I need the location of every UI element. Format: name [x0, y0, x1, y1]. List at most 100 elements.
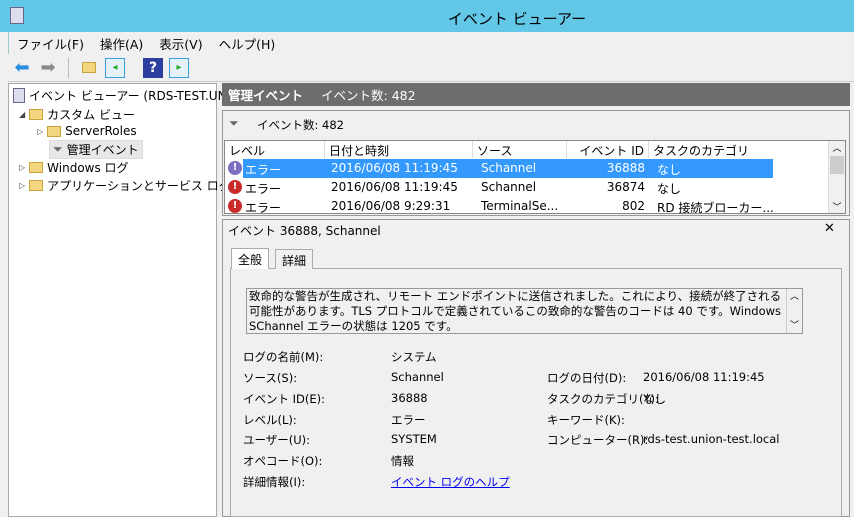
- tree-label: イベント ビューアー (RDS-TEST.UNI: [29, 89, 231, 103]
- close-icon[interactable]: ✕: [824, 221, 835, 236]
- window-title: イベント ビューアー: [447, 10, 587, 28]
- scroll-down-icon[interactable]: ﹀: [829, 200, 845, 213]
- cell-event-id: 802: [622, 199, 645, 213]
- opcode-value: 情報: [391, 454, 414, 468]
- menu-bar: ファイル(F) 操作(A) 表示(V) ヘルプ(H): [8, 32, 854, 54]
- help-icon[interactable]: ?: [143, 57, 163, 78]
- opcode-label: オペコード(O):: [243, 454, 323, 468]
- error-icon: !: [228, 199, 242, 213]
- filter-icon: ⏷: [229, 116, 239, 130]
- computer-value: rds-test.union-test.local: [643, 432, 780, 446]
- log-name-label: ログの名前(M):: [243, 350, 324, 364]
- up-folder-icon[interactable]: [79, 58, 99, 78]
- tab-general[interactable]: 全般: [231, 248, 270, 269]
- tree-label: 管理イベント: [66, 143, 139, 157]
- back-arrow-icon[interactable]: ⬅: [12, 57, 32, 78]
- cell-date: 2016/06/08 11:19:45: [331, 161, 458, 175]
- folder-icon: [29, 180, 44, 191]
- detail-title: イベント 36888, Schannel: [228, 224, 381, 238]
- column-header-event-id[interactable]: イベント ID: [567, 141, 649, 158]
- menu-file[interactable]: ファイル(F): [9, 34, 92, 53]
- cell-date: 2016/06/08 11:19:45: [331, 180, 458, 194]
- error-icon: !: [228, 180, 242, 194]
- source-value: Schannel: [391, 370, 444, 384]
- task-category-value: なし: [643, 392, 666, 406]
- tree-item-admin-events[interactable]: ⏷ 管理イベント: [49, 140, 143, 159]
- cell-source: Schannel: [481, 161, 537, 175]
- expanded-icon: ◢: [19, 110, 26, 119]
- filter-event-count: イベント数: 482: [257, 118, 344, 132]
- error-icon: !: [228, 161, 242, 175]
- log-name-value: システム: [391, 350, 437, 364]
- tree-item-custom-views[interactable]: ◢ カスタム ビュー: [19, 106, 135, 123]
- tree-label: ServerRoles: [65, 124, 137, 138]
- scroll-up-icon[interactable]: ︿: [787, 289, 802, 302]
- toolbar: ⬅ ➡ ◂ ? ▸: [8, 54, 854, 82]
- table-row[interactable]: ! エラー 2016/06/08 9:29:31 TerminalSe... 8…: [225, 197, 829, 216]
- collapsed-icon: ▷: [37, 126, 44, 136]
- user-value: SYSTEM: [391, 432, 437, 446]
- description-scrollbar[interactable]: ︿ ﹀: [786, 289, 802, 333]
- cell-event-id: 36874: [606, 180, 645, 194]
- tab-details[interactable]: 詳細: [275, 249, 314, 269]
- forward-arrow-icon[interactable]: ➡: [38, 57, 58, 78]
- level-label: レベル(L):: [243, 413, 297, 427]
- event-viewer-icon: [13, 88, 25, 103]
- cell-level: エラー: [245, 201, 282, 215]
- cell-event-id: 36888: [606, 161, 645, 175]
- folder-icon: [29, 162, 44, 173]
- show-hide-tree-icon[interactable]: ◂: [105, 57, 125, 78]
- event-list-scrollbar[interactable]: ︿ ﹀: [828, 141, 845, 213]
- cell-category: RD 接続ブローカー...: [657, 201, 774, 215]
- title-bar: イベント ビューアー: [0, 0, 854, 32]
- more-info-label: 詳細情報(I):: [243, 475, 306, 489]
- show-hide-action-icon[interactable]: ▸: [169, 57, 189, 78]
- menu-action[interactable]: 操作(A): [92, 34, 151, 53]
- column-header-task-category[interactable]: タスクのカテゴリ: [649, 141, 829, 158]
- cell-source: TerminalSe...: [481, 199, 559, 213]
- column-header-level[interactable]: レベル: [225, 141, 325, 158]
- tree-label: カスタム ビュー: [47, 108, 135, 122]
- tree-label: アプリケーションとサービス ログ: [47, 179, 231, 193]
- event-id-value: 36888: [391, 391, 428, 405]
- menu-view[interactable]: 表示(V): [151, 34, 210, 53]
- navigation-tree: イベント ビューアー (RDS-TEST.UNI ◢ カスタム ビュー ▷ Serv…: [8, 83, 231, 517]
- pane-title: 管理イベント: [228, 88, 304, 103]
- logged-label: ログの日付(D):: [547, 371, 627, 385]
- keywords-label: キーワード(K):: [547, 413, 625, 427]
- cell-source: Schannel: [481, 180, 537, 194]
- menu-help[interactable]: ヘルプ(H): [211, 34, 284, 53]
- column-header-source[interactable]: ソース: [473, 141, 567, 158]
- tree-item-app-logs[interactable]: ▷ アプリケーションとサービス ログ: [19, 177, 231, 194]
- source-label: ソース(S):: [243, 371, 298, 385]
- tree-item-server-roles[interactable]: ▷ ServerRoles: [37, 124, 137, 138]
- folder-icon: [47, 125, 62, 137]
- column-header-date[interactable]: 日付と時刻: [325, 141, 473, 158]
- computer-label: コンピューター(R):: [547, 433, 649, 447]
- cell-level: エラー: [245, 182, 282, 196]
- table-row[interactable]: ! エラー 2016/06/08 11:19:45 Schannel 36874…: [225, 178, 829, 197]
- collapsed-icon: ▷: [19, 163, 26, 172]
- scroll-up-icon[interactable]: ︿: [829, 141, 845, 156]
- event-table: レベル 日付と時刻 ソース イベント ID タスクのカテゴリ ! エラー 201…: [224, 140, 846, 216]
- folder-icon: [29, 109, 44, 120]
- logged-value: 2016/06/08 11:19:45: [643, 370, 765, 384]
- event-log-help-link[interactable]: イベント ログのヘルプ: [391, 474, 510, 490]
- filter-icon: ⏷: [53, 142, 63, 156]
- tree-item-root[interactable]: イベント ビューアー (RDS-TEST.UNI: [13, 87, 230, 104]
- cell-date: 2016/06/08 9:29:31: [331, 199, 451, 213]
- scroll-thumb[interactable]: [830, 156, 844, 174]
- user-label: ユーザー(U):: [243, 433, 311, 447]
- collapsed-icon: ▷: [19, 181, 26, 190]
- cell-category: なし: [657, 163, 682, 177]
- level-value: エラー: [391, 413, 426, 427]
- pane-event-count: イベント数: 482: [321, 88, 416, 103]
- tree-item-windows-logs[interactable]: ▷ Windows ログ: [19, 159, 129, 176]
- scroll-down-icon[interactable]: ﹀: [787, 318, 802, 331]
- table-row[interactable]: ! エラー 2016/06/08 11:19:45 Schannel 36888…: [225, 159, 829, 178]
- event-id-label: イベント ID(E):: [243, 392, 326, 406]
- tree-label: Windows ログ: [47, 161, 129, 175]
- cell-category: なし: [657, 182, 682, 196]
- cell-level: エラー: [245, 163, 282, 177]
- event-description[interactable]: 致命的な警告が生成され、リモート エンドポイントに送信されました。これにより、接…: [246, 288, 803, 334]
